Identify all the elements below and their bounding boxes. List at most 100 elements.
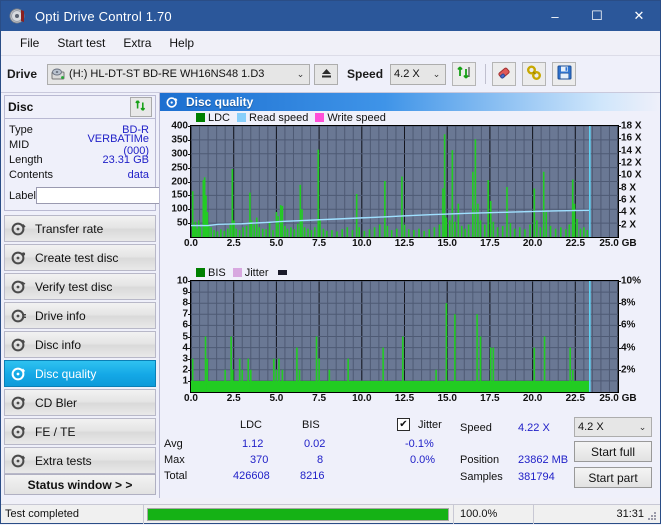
menu-extra[interactable]: Extra xyxy=(114,33,160,53)
eject-button[interactable] xyxy=(314,63,339,85)
sidebar-item-disc-quality[interactable]: Disc quality xyxy=(4,360,156,387)
sidebar-item-fe-te[interactable]: FE / TE xyxy=(4,418,156,445)
bis-plot-area[interactable]: 1 2 3 4 5 6 7 8 9 10 2% 4% 6% 8% 10% 0.0 2.5 5.0 7.5 10.0 12… xyxy=(177,276,641,405)
y2-axis-tick-label: 10% xyxy=(621,275,642,287)
disc-key: Contents xyxy=(9,168,54,181)
refresh-button[interactable] xyxy=(452,62,477,86)
disc-quality-icon xyxy=(166,96,179,109)
panel-title: Disc quality xyxy=(186,95,254,109)
status-window-button[interactable]: Status window > > xyxy=(4,474,156,495)
sidebar-item-disc-info[interactable]: Disc info xyxy=(4,331,156,358)
speed-stat-label: Speed xyxy=(460,422,492,434)
chevron-down-icon[interactable]: ⌄ xyxy=(292,69,309,80)
samples-stat-label: Samples xyxy=(460,471,503,483)
menu-file[interactable]: File xyxy=(11,33,48,53)
sidebar-item-label: Disc info xyxy=(35,337,82,352)
y2-axis-tick xyxy=(618,325,621,327)
start-part-button[interactable]: Start part xyxy=(574,467,652,488)
x-axis-tick-label: 7.5 xyxy=(312,393,327,404)
stats-row-max: Max xyxy=(164,454,185,466)
y-axis-tick xyxy=(188,167,191,169)
y2-axis-tick xyxy=(618,187,621,189)
drive-value: (H:) HL-DT-ST BD-RE WH16NS48 1.D3 xyxy=(69,68,265,80)
speed-select[interactable]: 4.2 X ⌄ xyxy=(390,63,447,85)
x-axis-tick-label: 22.5 xyxy=(565,393,586,404)
elapsed-time: 31:31 xyxy=(533,504,660,524)
sidebar-item-label: Extra tests xyxy=(35,453,92,468)
y-axis-tick xyxy=(188,292,191,294)
sidebar-item-create-test-disc[interactable]: Create test disc xyxy=(4,244,156,271)
y-axis-tick xyxy=(188,139,191,141)
erase-button[interactable] xyxy=(492,62,517,86)
legend-swatch xyxy=(196,113,205,122)
x-axis-tick-label: 20.0 xyxy=(522,238,543,249)
minimize-button[interactable]: – xyxy=(534,1,576,31)
position-stat-value: 23862 MB xyxy=(518,454,569,466)
y2-axis-tick xyxy=(618,200,621,201)
y2-axis-tick xyxy=(618,150,621,152)
sidebar-item-cd-bler[interactable]: CD Bler xyxy=(4,389,156,416)
sidebar-nav: Transfer rate Create test disc Verify te… xyxy=(4,215,156,474)
sidebar-item-drive-info[interactable]: Drive info xyxy=(4,302,156,329)
test-speed-select[interactable]: 4.2 X ⌄ xyxy=(574,417,652,437)
legend-swatch xyxy=(237,113,247,122)
tools-button[interactable] xyxy=(522,62,547,86)
sidebar-item-extra-tests[interactable]: Extra tests xyxy=(4,447,156,474)
y-axis-tick xyxy=(188,181,191,183)
y-axis-tick xyxy=(188,195,191,197)
sidebar-item-label: Create test disc xyxy=(35,250,119,265)
y-axis-tick xyxy=(188,303,191,305)
stats-total-bis: 8216 xyxy=(300,470,325,482)
y-axis-tick xyxy=(188,223,191,225)
stats-avg-jitter: -0.1% xyxy=(405,438,434,450)
disc-key: Length xyxy=(9,153,43,166)
window-title: Opti Drive Control 1.70 xyxy=(35,8,172,24)
start-full-button[interactable]: Start full xyxy=(574,441,652,462)
disc-panel-header: Disc xyxy=(5,96,155,119)
legend-item-jitter: Jitter xyxy=(232,266,269,279)
y2-axis-tick xyxy=(618,212,621,214)
disc-panel: Disc Type BD-R MID VERBATIMe (000) Lengt… xyxy=(4,95,239,211)
chevron-down-icon[interactable]: ⌄ xyxy=(634,422,651,433)
sidebar-item-label: CD Bler xyxy=(35,395,78,410)
disc-test-icon xyxy=(11,221,27,237)
stats-avg-ldc: 1.12 xyxy=(242,438,264,450)
menu-bar: File Start test Extra Help xyxy=(1,31,660,56)
disc-verify-icon xyxy=(11,279,27,295)
disc-label-key: Label xyxy=(9,189,36,202)
y-axis-tick xyxy=(188,347,191,349)
y2-axis-tick xyxy=(618,138,621,140)
chart-canvas xyxy=(191,281,618,392)
disc-value: 23.31 GB xyxy=(102,153,149,166)
x-axis-tick-label: 17.5 xyxy=(480,393,500,404)
jitter-checkbox[interactable]: ✔ xyxy=(397,418,410,431)
save-button[interactable] xyxy=(552,62,577,86)
disc-key: MID xyxy=(9,138,30,151)
x-axis-tick-label: 2.5 xyxy=(226,393,241,404)
stats-avg-bis: 0.02 xyxy=(304,438,326,450)
legend-label: Jitter xyxy=(244,266,269,279)
menu-start-test[interactable]: Start test xyxy=(48,33,114,53)
y-axis-tick xyxy=(188,153,191,155)
sidebar-item-verify-test-disc[interactable]: Verify test disc xyxy=(4,273,156,300)
legend-item-ldc: LDC xyxy=(196,112,230,124)
ldc-plot-area[interactable]: 50 100 150 200 250 300 350 400 2 X4 X6 X8 X 10 X1… xyxy=(171,121,641,250)
disc-bler-icon xyxy=(11,395,27,411)
legend-label: LDC xyxy=(208,111,231,124)
menu-help[interactable]: Help xyxy=(160,33,203,53)
resize-grip[interactable] xyxy=(646,510,658,522)
app-icon xyxy=(9,7,27,25)
bis-chart-container: BIS Jitter 1 2 3 4 5 6 7 8 9 10 2% 4% 6% 8% 10% 0.0 2.5 5… xyxy=(160,266,660,421)
disc-refresh-button[interactable] xyxy=(130,97,152,117)
disc-label-row: Label xyxy=(9,185,239,206)
x-axis-tick-label: 0.0 xyxy=(184,393,198,404)
sidebar-item-transfer-rate[interactable]: Transfer rate xyxy=(4,215,156,242)
chevron-down-icon[interactable]: ⌄ xyxy=(428,69,445,80)
disc-properties: Type BD-R MID VERBATIMe (000) Length 23.… xyxy=(5,119,239,210)
maximize-button[interactable]: ☐ xyxy=(576,1,618,31)
legend-label: BIS xyxy=(208,266,226,279)
panel-header: Disc quality xyxy=(160,93,660,111)
y2-axis-tick-label: 12 X xyxy=(621,157,642,169)
drive-select[interactable]: (H:) HL-DT-ST BD-RE WH16NS48 1.D3 ⌄ xyxy=(47,63,311,85)
close-button[interactable]: ✕ xyxy=(618,1,660,31)
